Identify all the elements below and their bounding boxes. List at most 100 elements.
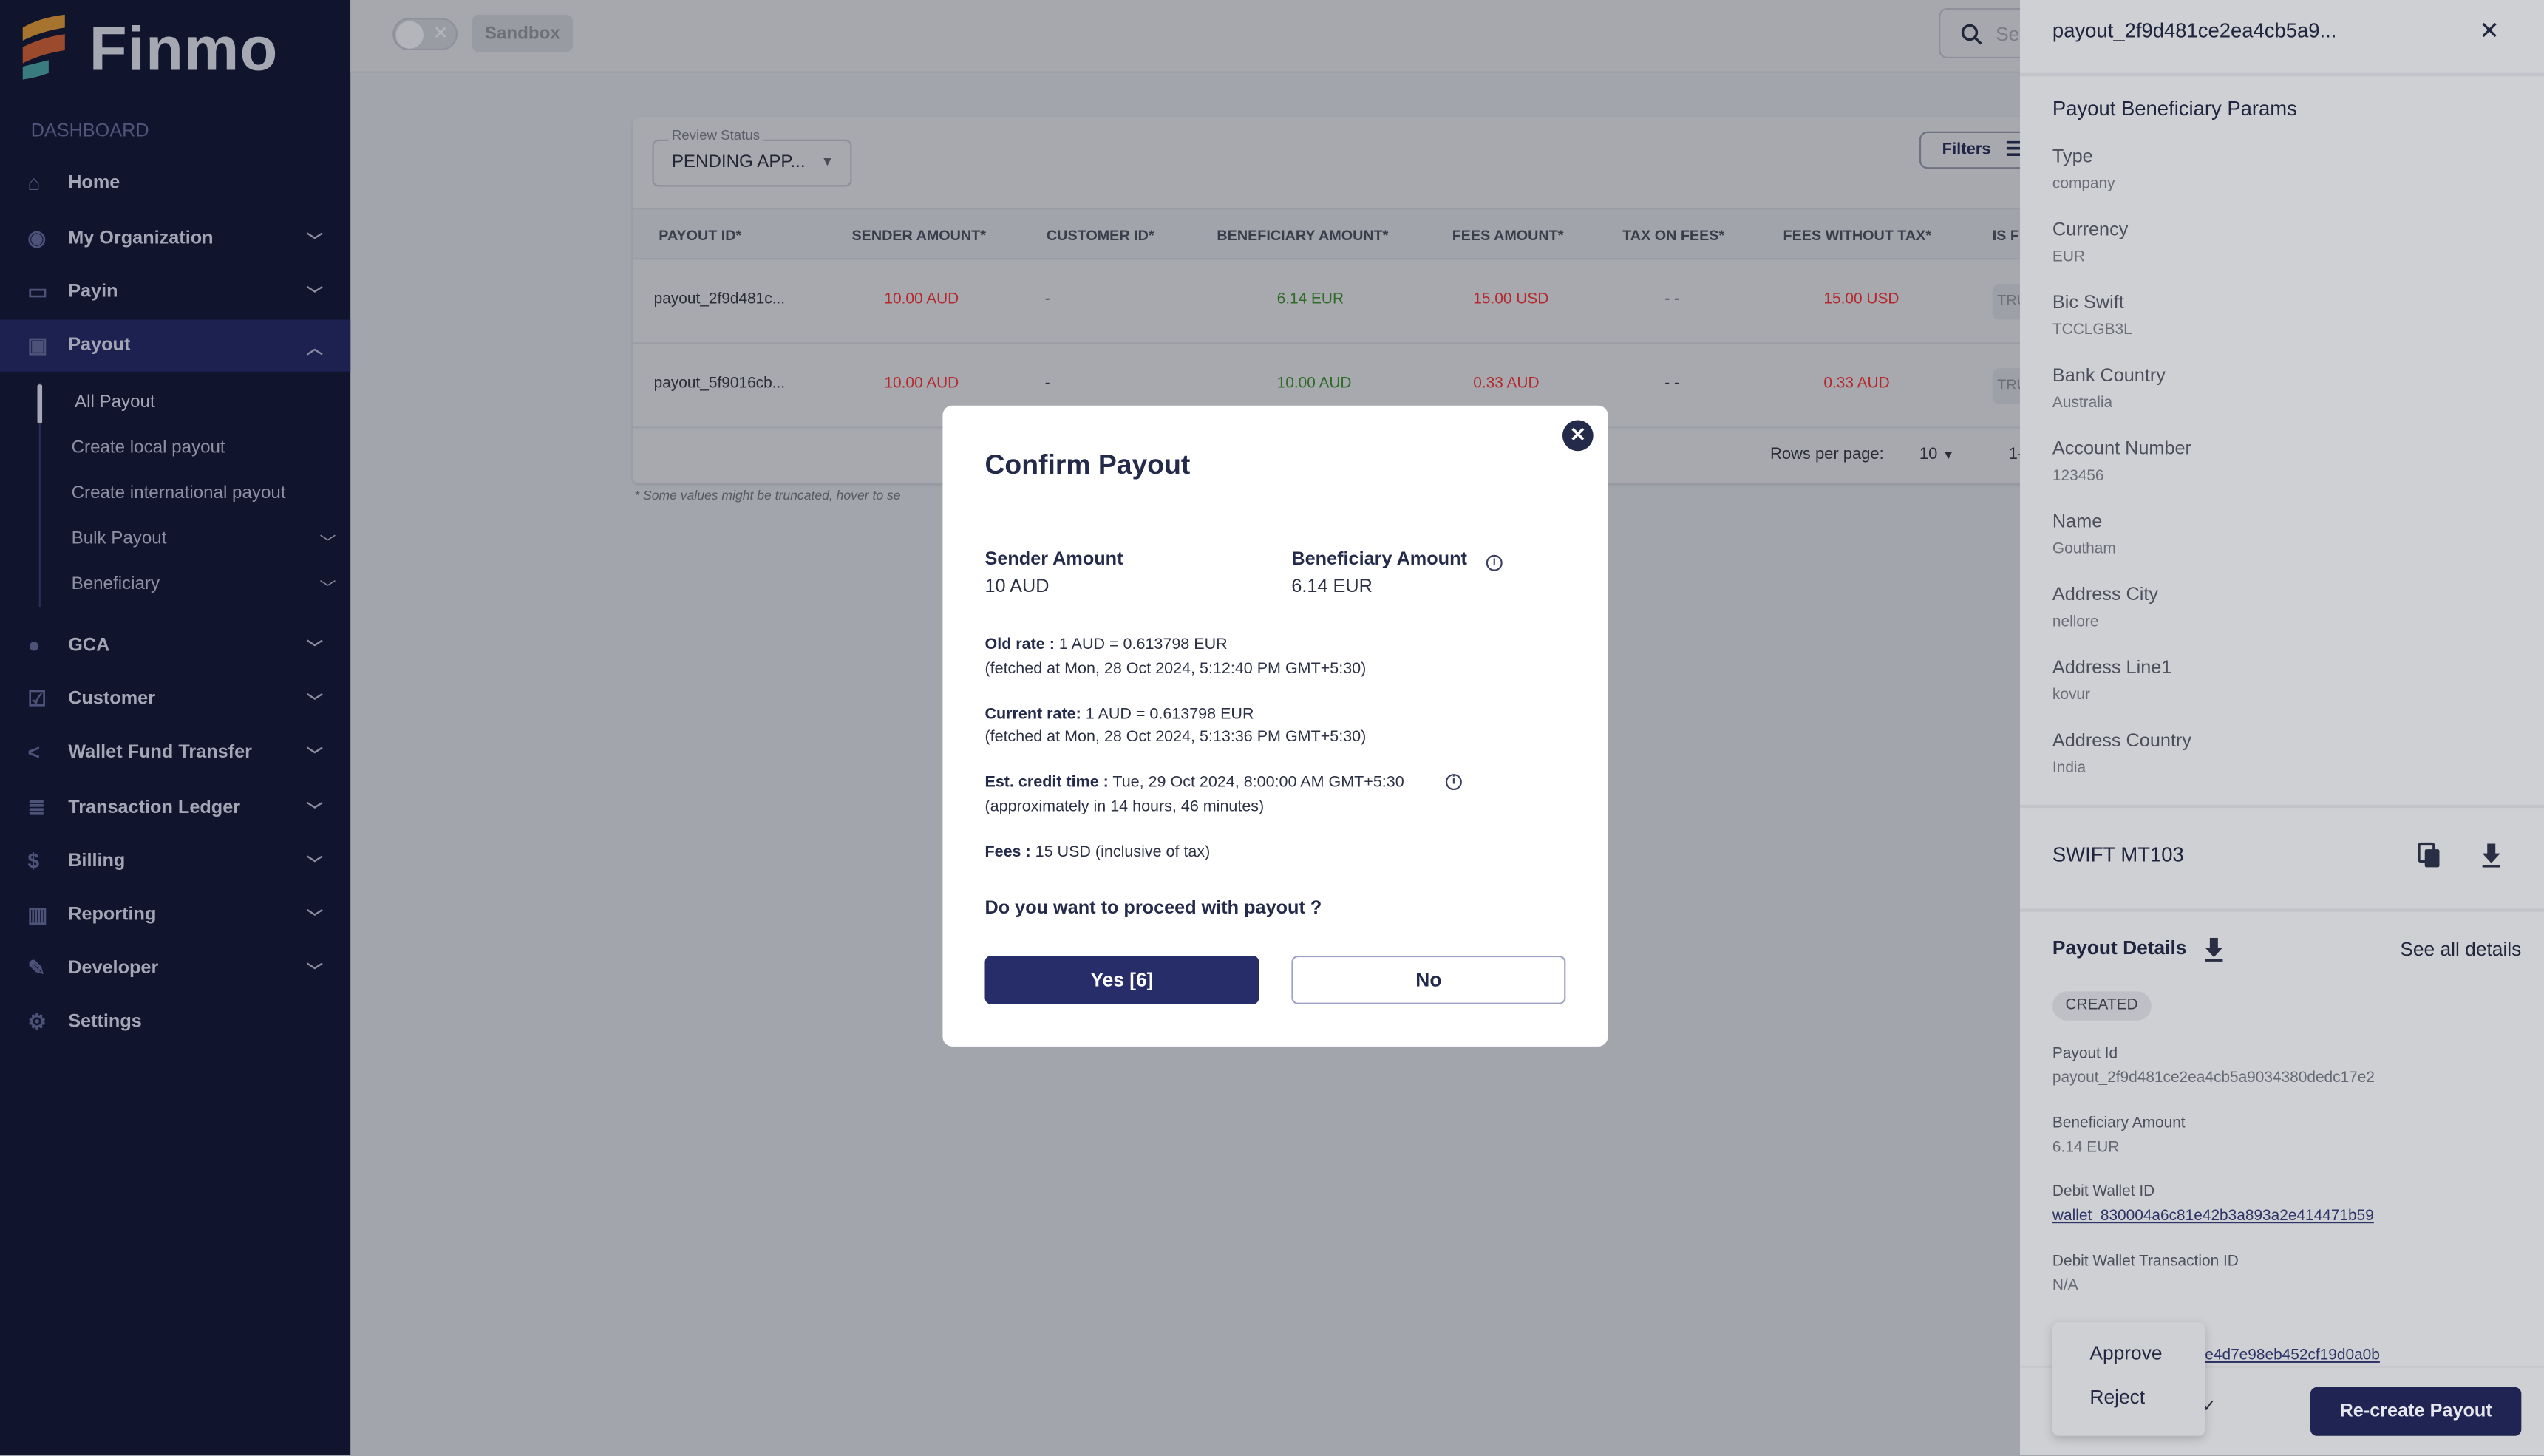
drawer-title: payout_2f9d481ce2ea4cb5a9... <box>2052 19 2337 43</box>
table-cell: 6.14 EUR <box>1276 290 1344 309</box>
sidebar-item-settings[interactable]: ⚙ Settings <box>0 996 350 1048</box>
submenu-item[interactable]: Beneficiary <box>72 574 160 593</box>
home-icon: ⌂ <box>27 170 41 195</box>
table-cell: 0.33 AUD <box>1823 375 1890 393</box>
detail-value: payout_2f9d481ce2ea4cb5a9034380dedc17e2 <box>2052 1069 2375 1087</box>
field-value: kovur <box>2052 686 2090 704</box>
rows-per-page-label: Rows per page: <box>1769 446 1884 464</box>
fees: Fees : 15 USD (inclusive of tax) <box>984 843 1211 862</box>
wrench-icon: ✎ <box>27 955 46 980</box>
field-label: Address Country <box>2052 732 2191 752</box>
detail-label: Payout Id <box>2052 1044 2118 1063</box>
chevron-down-icon: ﹀ <box>306 909 323 928</box>
field-value: 123456 <box>2052 467 2104 486</box>
sidebar-item-home[interactable]: ⌂ Home <box>0 157 350 209</box>
field-label: Address Line1 <box>2052 659 2172 678</box>
field-label: Account Number <box>2052 439 2191 460</box>
column-header[interactable]: TAX ON FEES* <box>1622 227 1724 243</box>
divider <box>2020 908 2544 912</box>
est-credit-approx: (approximately in 14 hours, 46 minutes) <box>984 798 1265 817</box>
close-drawer-button[interactable]: ✕ <box>2479 16 2500 46</box>
table-cell: - <box>1044 290 1050 309</box>
column-header[interactable]: FEES AMOUNT* <box>1452 227 1564 243</box>
globe-icon: ● <box>27 633 41 658</box>
column-header[interactable]: FEES WITHOUT TAX* <box>1783 227 1932 243</box>
column-header[interactable]: SENDER AMOUNT* <box>851 227 985 243</box>
current-rate-fetched: (fetched at Mon, 28 Oct 2024, 5:13:36 PM… <box>984 728 1367 746</box>
confirm-question: Do you want to proceed with payout ? <box>984 899 1322 919</box>
submenu-item[interactable]: Bulk Payout <box>72 529 167 548</box>
submenu-item[interactable]: All Payout <box>75 392 155 412</box>
no-button[interactable]: No <box>1291 955 1566 1004</box>
sidebar-item-reporting[interactable]: ▥ Reporting ﹀ <box>0 889 350 941</box>
recreate-payout-button[interactable]: Re-create Payout <box>2310 1387 2522 1436</box>
review-status-label: Review Status <box>668 126 763 143</box>
download-icon[interactable] <box>2480 843 2502 868</box>
chevron-down-icon: ﹀ <box>306 233 323 251</box>
download-icon[interactable] <box>2203 937 2225 962</box>
field-label: Name <box>2052 512 2103 533</box>
rows-per-page-select[interactable]: 10 ▼ <box>1919 446 1955 464</box>
sidebar-item-transaction-ledger[interactable]: ≣ Transaction Ledger ﹀ <box>0 782 350 834</box>
chevron-down-icon: ﹀ <box>306 962 323 981</box>
sidebar-item-my-organization[interactable]: ◉ My Organization ﹀ <box>0 213 350 265</box>
chevron-down-icon: ﹀ <box>306 855 323 874</box>
transaction-link[interactable]: e4d7e98eb452cf19d0a0b <box>2205 1347 2380 1364</box>
payout-icon: ▣ <box>27 333 48 357</box>
field-value: TCCLGB3L <box>2052 321 2132 339</box>
sidebar-item-customer[interactable]: ☑ Customer ﹀ <box>0 673 350 725</box>
field-value: India <box>2052 759 2086 778</box>
dollar-icon: $ <box>27 848 40 874</box>
chevron-down-icon: ﹀ <box>306 802 323 820</box>
chevron-down-icon: ﹀ <box>306 746 323 766</box>
beneficiary-amount-label: Beneficiary Amount <box>1291 550 1467 570</box>
submenu-current-indicator <box>37 384 43 423</box>
menu-item-reject[interactable]: Reject <box>2089 1386 2145 1409</box>
menu-item-approve[interactable]: Approve <box>2089 1341 2162 1364</box>
sandbox-toggle[interactable]: ✕ <box>392 18 458 51</box>
topbar: ✕ Sandbox Se <box>350 0 2052 73</box>
sidebar-item-payin[interactable]: ▭ Payin ﹀ <box>0 266 350 318</box>
yes-button[interactable]: Yes [6] <box>984 955 1259 1004</box>
sidebar-item-wallet-fund-transfer[interactable]: < Wallet Fund Transfer ﹀ <box>0 727 350 778</box>
review-status-select[interactable]: PENDING APP... ▼ <box>652 139 852 187</box>
payout-details-title: Payout Details <box>2052 936 2187 959</box>
field-value: company <box>2052 175 2115 194</box>
card-icon: ▭ <box>27 279 48 304</box>
sidebar-item-gca[interactable]: ● GCA ﹀ <box>0 620 350 672</box>
chevron-down-icon[interactable]: ﹀ <box>319 529 336 553</box>
dialog-title: Confirm Payout <box>984 449 1191 480</box>
column-header[interactable]: IS F <box>1993 227 2019 243</box>
table-cell: 15.00 USD <box>1823 290 1900 309</box>
gear-icon: ⚙ <box>27 1009 47 1034</box>
table-cell: 10.00 AUD <box>884 290 959 309</box>
close-dialog-button[interactable]: ✕ <box>1562 420 1594 452</box>
column-header[interactable]: CUSTOMER ID* <box>1047 227 1154 243</box>
sender-amount-value: 10 AUD <box>984 577 1050 597</box>
ledger-icon: ≣ <box>27 795 46 820</box>
column-header[interactable]: PAYOUT ID* <box>659 227 741 243</box>
chevron-down-icon[interactable]: ﹀ <box>319 574 336 599</box>
field-label: Address City <box>2052 585 2159 605</box>
copy-icon[interactable] <box>2418 842 2442 869</box>
chevron-down-icon: ﹀ <box>306 286 323 305</box>
current-rate: Current rate: 1 AUD = 0.613798 EUR <box>984 705 1254 724</box>
table-cell: 10.00 AUD <box>1276 375 1352 393</box>
sidebar-item-billing[interactable]: $ Billing ﹀ <box>0 836 350 888</box>
wallet-link[interactable]: wallet_830004a6c81e42b3a893a2e414471b59 <box>2052 1208 2374 1225</box>
finmo-logo-icon <box>22 14 65 80</box>
submenu-item[interactable]: Create local payout <box>72 438 225 457</box>
info-icon[interactable]: i <box>1486 554 1503 571</box>
table-row[interactable]: payout_2f9d481c... 10.00 AUD - 6.14 EUR 15.0… <box>633 259 2044 344</box>
field-label: Currency <box>2052 220 2129 240</box>
submenu-item[interactable]: Create international payout <box>72 483 286 503</box>
see-all-details-link[interactable]: See all details <box>2400 938 2521 961</box>
info-icon[interactable]: i <box>1445 774 1462 791</box>
payout-detail-drawer: payout_2f9d481ce2ea4cb5a9... ✕ Payout Be… <box>2020 0 2544 1456</box>
detail-label: Debit Wallet ID <box>2052 1183 2155 1202</box>
sidebar-item-payout[interactable]: ▣ Payout ︿ <box>0 319 351 372</box>
sidebar-item-developer[interactable]: ✎ Developer ﹀ <box>0 942 350 994</box>
user-circle-icon: ◉ <box>27 225 47 251</box>
column-header[interactable]: BENEFICIARY AMOUNT* <box>1217 227 1388 243</box>
sandbox-badge: Sandbox <box>472 14 573 52</box>
